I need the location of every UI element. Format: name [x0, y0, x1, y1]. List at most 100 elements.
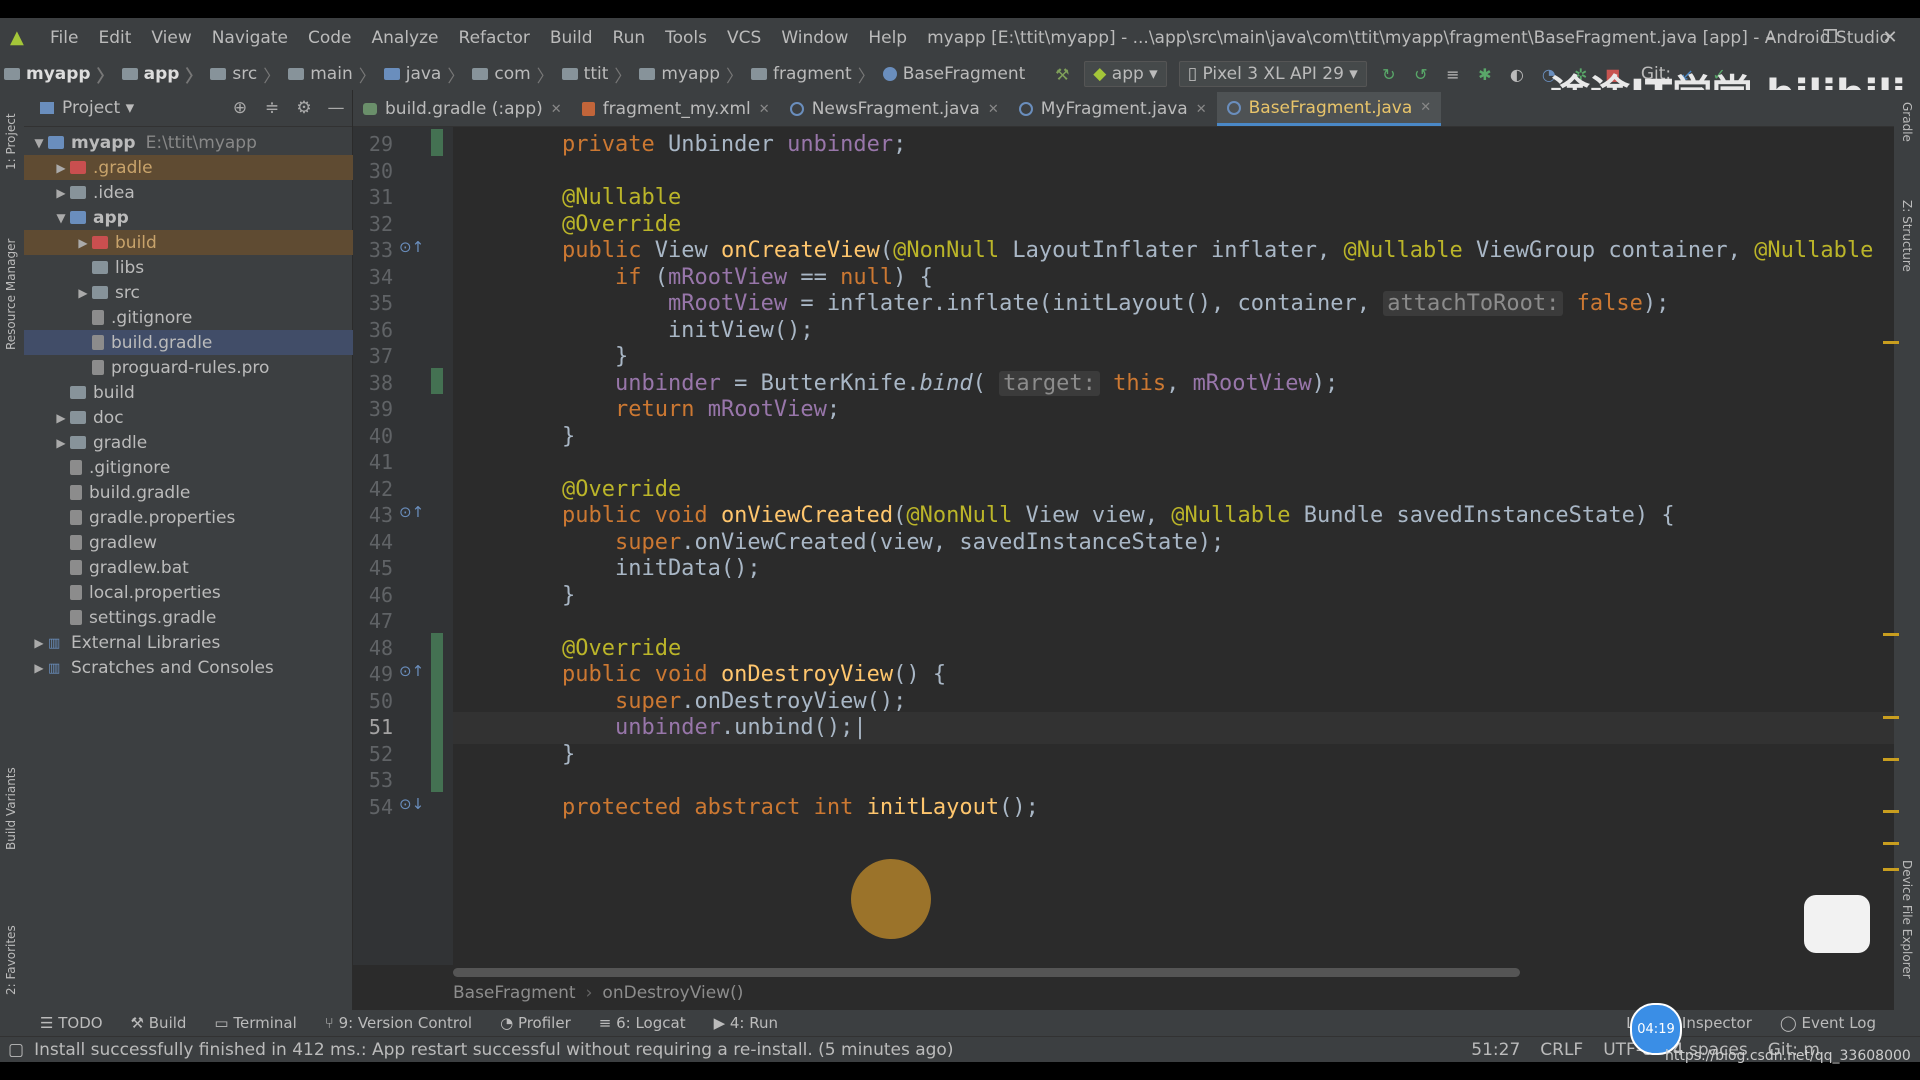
menu-vcs[interactable]: VCS — [717, 28, 771, 48]
chevron-right-icon[interactable]: ▶ — [52, 161, 70, 175]
tree-item[interactable]: build.gradle — [24, 330, 402, 355]
tree-item[interactable]: ▶ build — [24, 230, 402, 255]
tree-item[interactable]: .gitignore — [24, 455, 380, 480]
chevron-right-icon[interactable]: ▶ — [52, 411, 70, 425]
override-marker-icon[interactable]: ⊙↑ — [399, 238, 424, 256]
build-tab[interactable]: ⚒ Build — [117, 1014, 201, 1032]
editor-tab[interactable]: BaseFragment.java ✕ — [1216, 92, 1442, 126]
close-icon[interactable]: ✕ — [1420, 100, 1431, 115]
tree-item[interactable]: ▼ app — [24, 205, 380, 230]
device-dropdown[interactable]: ▯ Pixel 3 XL API 29 ▾ — [1178, 61, 1367, 87]
tree-item[interactable]: libs — [24, 255, 402, 280]
menu-navigate[interactable]: Navigate — [202, 28, 298, 48]
breadcrumb-ttit[interactable]: ttit 〉 — [558, 62, 636, 87]
error-stripe-mark[interactable] — [1883, 716, 1899, 719]
tree-item[interactable]: ▶ src — [24, 280, 402, 305]
locate-icon[interactable]: ⊕ — [224, 98, 256, 118]
coverage-icon[interactable]: ◐ — [1506, 65, 1528, 84]
breadcrumb-com[interactable]: com 〉 — [468, 62, 557, 87]
breadcrumb-fragment[interactable]: fragment 〉 — [747, 62, 879, 87]
menu-view[interactable]: View — [141, 28, 201, 48]
menu-edit[interactable]: Edit — [88, 28, 141, 48]
terminal-tab[interactable]: ▭ Terminal — [200, 1014, 310, 1032]
error-stripe-mark[interactable] — [1883, 810, 1899, 813]
logcat-tab[interactable]: ≡ 6: Logcat — [585, 1014, 700, 1032]
gradle-tab[interactable]: Gradle — [1900, 102, 1914, 142]
tree-item[interactable]: build — [24, 380, 380, 405]
menu-code[interactable]: Code — [298, 28, 362, 48]
tree-item[interactable]: gradlew.bat — [24, 555, 380, 580]
apply-changes-icon[interactable]: ↻ — [1378, 65, 1400, 84]
rerun-icon[interactable]: ≡ — [1442, 65, 1464, 84]
chevron-down-icon[interactable]: ▼ — [52, 211, 70, 225]
breadcrumb-myapp[interactable]: myapp 〉 — [0, 62, 118, 87]
gear-icon[interactable]: ⚙ — [288, 98, 320, 118]
chevron-right-icon[interactable]: ▶ — [74, 286, 92, 300]
run-tab[interactable]: ▶ 4: Run — [700, 1014, 792, 1032]
menu-help[interactable]: Help — [858, 28, 917, 48]
editor-breadcrumb-class[interactable]: BaseFragment — [453, 983, 576, 1003]
override-marker-icon[interactable]: ⊙↑ — [399, 503, 424, 521]
tree-item[interactable]: gradlew — [24, 530, 380, 555]
breadcrumb-main[interactable]: main 〉 — [284, 62, 379, 87]
project-view-dropdown[interactable]: Project ▾ — [62, 98, 134, 118]
error-stripe-mark[interactable] — [1883, 341, 1899, 344]
chevron-right-icon[interactable]: ▶ — [52, 436, 70, 450]
tree-item[interactable]: build.gradle — [24, 480, 380, 505]
breadcrumb-basefragment[interactable]: BaseFragment — [879, 64, 1030, 84]
hide-icon[interactable]: — — [320, 98, 352, 118]
menu-refactor[interactable]: Refactor — [449, 28, 540, 48]
vcs-change-marker[interactable] — [431, 632, 443, 792]
menu-file[interactable]: File — [40, 28, 88, 48]
tree-item[interactable]: proguard-rules.pro — [24, 355, 402, 380]
version-control-tab[interactable]: ⑂ 9: Version Control — [311, 1014, 486, 1032]
close-icon[interactable]: ✕ — [988, 102, 999, 117]
device-file-explorer-tab[interactable]: Device File Explorer — [1900, 860, 1914, 979]
debug-icon[interactable]: ✱ — [1474, 65, 1496, 84]
vcs-change-marker[interactable] — [431, 129, 443, 156]
tree-item[interactable]: ▶ ▥ External Libraries — [24, 630, 358, 655]
tree-item[interactable]: ▶ .idea — [24, 180, 380, 205]
close-icon[interactable]: ✕ — [1196, 102, 1207, 117]
profiler-tab[interactable]: ◔ Profiler — [486, 1014, 585, 1032]
override-marker-icon[interactable]: ⊙↓ — [399, 795, 424, 813]
event-log-tab[interactable]: ◯ Event Log — [1766, 1014, 1890, 1032]
tree-item[interactable]: ▶ .gradle — [24, 155, 380, 180]
status-message[interactable]: Install successfully finished in 412 ms.… — [34, 1040, 953, 1060]
menu-build[interactable]: Build — [540, 28, 603, 48]
vcs-change-marker[interactable] — [431, 367, 443, 394]
tree-item[interactable]: settings.gradle — [24, 605, 380, 630]
restore-button[interactable]: ❐ — [1800, 18, 1860, 58]
menu-analyze[interactable]: Analyze — [362, 28, 449, 48]
make-project-icon[interactable]: ⚒ — [1051, 65, 1073, 84]
error-stripe-mark[interactable] — [1883, 633, 1899, 636]
chevron-right-icon[interactable]: ▶ — [74, 236, 92, 250]
editor-tab[interactable]: fragment_my.xml ✕ — [572, 92, 780, 126]
horizontal-scrollbar[interactable] — [453, 968, 1520, 977]
status-toggle-icon[interactable]: ▢ — [8, 1040, 24, 1060]
structure-tab[interactable]: Z: Structure — [1900, 200, 1914, 272]
minimize-button[interactable]: – — [1740, 18, 1800, 58]
menu-tools[interactable]: Tools — [655, 28, 717, 48]
line-separator[interactable]: CRLF — [1530, 1040, 1593, 1060]
close-button[interactable]: ✕ — [1860, 18, 1920, 58]
favorites-tab[interactable]: 2: Favorites — [4, 925, 18, 995]
collapse-all-icon[interactable]: ≑ — [256, 98, 288, 118]
tree-item[interactable]: ▶ gradle — [24, 430, 380, 455]
close-icon[interactable]: ✕ — [551, 102, 562, 117]
caret-position[interactable]: 51:27 — [1461, 1040, 1530, 1060]
tree-item[interactable]: ▶ doc — [24, 405, 380, 430]
editor-tab[interactable]: NewsFragment.java ✕ — [780, 92, 1009, 126]
override-marker-icon[interactable]: ⊙↑ — [399, 662, 424, 680]
chevron-right-icon[interactable]: ▶ — [52, 186, 70, 200]
breadcrumb-java[interactable]: java 〉 — [380, 62, 469, 87]
breadcrumb-src[interactable]: src 〉 — [206, 62, 284, 87]
chevron-right-icon[interactable]: ▶ — [30, 661, 48, 675]
apply-code-changes-icon[interactable]: ↺ — [1410, 65, 1432, 84]
chevron-down-icon[interactable]: ▼ — [30, 136, 48, 150]
todo-tab[interactable]: ☰ TODO — [26, 1014, 117, 1032]
menu-window[interactable]: Window — [771, 28, 858, 48]
editor-breadcrumb-method[interactable]: onDestroyView() — [602, 983, 743, 1003]
project-tool-tab[interactable]: 1: Project — [4, 113, 18, 170]
code-line[interactable]: protected abstract int initLayout(); — [453, 792, 1894, 824]
